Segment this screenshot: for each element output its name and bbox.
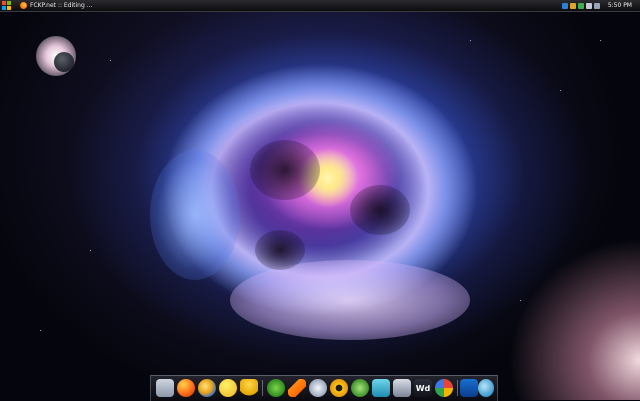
media-player-icon[interactable] <box>309 379 327 397</box>
star <box>90 250 91 251</box>
control-panel-icon[interactable] <box>393 379 411 397</box>
internet-explorer-icon[interactable] <box>198 379 216 397</box>
network-icon[interactable] <box>577 2 584 9</box>
recycle-swirl-icon[interactable] <box>478 379 494 397</box>
word-app-label: Wd <box>415 383 431 393</box>
aim-messenger-icon[interactable] <box>240 379 258 397</box>
vlc-player-icon[interactable] <box>288 379 306 397</box>
back-arrow-icon[interactable] <box>561 2 568 9</box>
taskbar-item-label: FCKP.net :: Editing ... <box>30 2 93 9</box>
nebula-dust <box>255 230 305 270</box>
windows-logo-icon <box>2 6 6 10</box>
system-tray: 5:50 PM <box>561 1 632 10</box>
start-button[interactable] <box>2 1 12 10</box>
picasa-icon[interactable] <box>435 379 453 397</box>
desktop-wallpaper <box>0 0 640 400</box>
taskbar: FCKP.net :: Editing ... 5:50 PM <box>0 0 640 12</box>
windows-logo-icon <box>7 1 11 5</box>
word-app-icon[interactable]: Wd <box>414 379 432 397</box>
star <box>110 60 111 61</box>
dock: Wd <box>150 375 498 401</box>
skype-icon[interactable] <box>372 379 390 397</box>
dock-separator <box>262 380 263 396</box>
yahoo-messenger-icon[interactable] <box>219 379 237 397</box>
taskbar-item-firefox[interactable]: FCKP.net :: Editing ... <box>20 1 92 10</box>
firefox-browser-icon[interactable] <box>177 379 195 397</box>
radiation-app-icon[interactable] <box>330 379 348 397</box>
volume-icon[interactable] <box>585 2 592 9</box>
dock-separator <box>457 380 458 396</box>
star <box>560 90 561 91</box>
star <box>40 330 41 331</box>
clock[interactable]: 5:50 PM <box>608 2 632 9</box>
nebula-dust <box>250 140 320 200</box>
power-icon[interactable] <box>593 2 600 9</box>
nebula-wisp <box>150 150 240 280</box>
recycle-bin-icon[interactable] <box>156 379 174 397</box>
star <box>600 40 601 41</box>
desktop-monitor-icon[interactable] <box>460 379 478 397</box>
nebula-dust <box>350 185 410 235</box>
windows-logo-icon <box>2 1 6 5</box>
planet <box>54 52 74 72</box>
windows-logo-icon <box>7 6 11 10</box>
folder-icon[interactable] <box>569 2 576 9</box>
windows-media-center-icon[interactable] <box>267 379 285 397</box>
utorrent-icon[interactable] <box>351 379 369 397</box>
star <box>520 300 521 301</box>
star <box>470 40 471 41</box>
nebula-lower-cloud <box>230 260 470 340</box>
firefox-icon <box>20 2 27 9</box>
